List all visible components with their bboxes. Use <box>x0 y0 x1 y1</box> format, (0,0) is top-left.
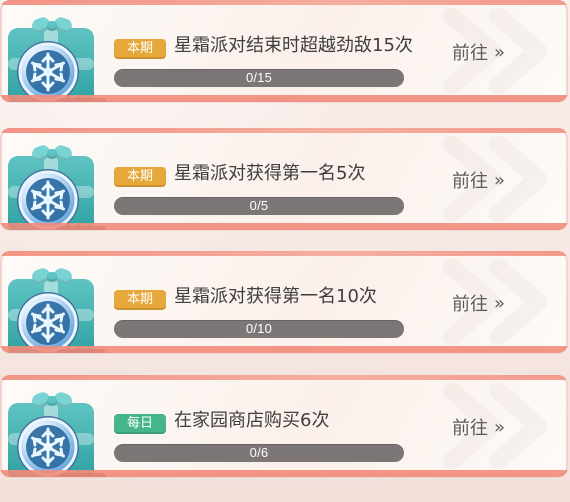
progress-text: 0/5 <box>249 198 269 213</box>
task-card: 150 本期 星霜派对获得第一名10次 0/10 前往 » <box>0 251 568 353</box>
double-chevron-right-icon: » <box>494 42 506 63</box>
reward-quantity: 100 <box>58 226 106 230</box>
goto-button[interactable]: 前往 » <box>452 168 552 196</box>
gift-bow-icon <box>30 389 74 411</box>
task-title: 星霜派对获得第一名5次 <box>174 163 366 184</box>
task-title: 在家园商店购买6次 <box>174 410 330 431</box>
reward-quantity: 150 <box>58 349 106 353</box>
goto-button[interactable]: 前往 » <box>452 40 552 68</box>
card-divider <box>60 96 558 98</box>
progress-bar: 0/10 <box>114 320 404 338</box>
progress-text: 0/6 <box>249 445 269 460</box>
snowflake-coin-icon <box>14 289 82 353</box>
progress-bar: 0/15 <box>114 69 404 87</box>
gift-bow-icon <box>30 265 74 287</box>
goto-button[interactable]: 前往 » <box>452 415 552 443</box>
double-chevron-right-icon: » <box>494 293 506 314</box>
gift-bow-icon <box>30 14 74 36</box>
card-divider <box>60 471 558 473</box>
progress-text: 0/15 <box>245 70 273 85</box>
task-card: 100 本期 星霜派对获得第一名5次 0/5 前往 » <box>0 128 568 230</box>
task-page: 100 本期 星霜派对结束时超越劲敌15次 0/15 前往 » <box>0 0 570 502</box>
snowflake-coin-icon <box>14 413 82 477</box>
gift-bow-center <box>47 149 57 159</box>
reward-quantity: 20 <box>58 473 106 477</box>
card-divider <box>60 347 558 349</box>
progress-bar: 0/6 <box>114 444 404 462</box>
task-card: 100 本期 星霜派对结束时超越劲敌15次 0/15 前往 » <box>0 0 568 102</box>
gift-bow-center <box>47 21 57 31</box>
period-tag: 本期 <box>114 39 166 59</box>
progress-bar: 0/5 <box>114 197 404 215</box>
goto-button[interactable]: 前往 » <box>452 291 552 319</box>
card-divider <box>60 224 558 226</box>
reward-gift: 100 <box>8 143 106 230</box>
task-card: 20 每日 在家园商店购买6次 0/6 前往 » <box>0 375 568 477</box>
task-title: 星霜派对获得第一名10次 <box>174 286 377 307</box>
gift-bow-icon <box>30 142 74 164</box>
reward-gift: 20 <box>8 390 106 477</box>
reward-quantity: 100 <box>58 98 106 102</box>
goto-label: 前往 <box>452 43 488 64</box>
snowflake-coin-icon <box>14 38 82 102</box>
double-chevron-right-icon: » <box>494 170 506 191</box>
reward-gift: 150 <box>8 266 106 353</box>
reward-gift: 100 <box>8 15 106 102</box>
progress-text: 0/10 <box>245 321 273 336</box>
goto-label: 前往 <box>452 294 488 315</box>
period-tag: 本期 <box>114 167 166 187</box>
gift-bow-center <box>47 396 57 406</box>
goto-label: 前往 <box>452 171 488 192</box>
period-tag: 本期 <box>114 290 166 310</box>
snowflake-coin-icon <box>14 166 82 230</box>
task-list: 100 本期 星霜派对结束时超越劲敌15次 0/15 前往 » <box>0 0 570 502</box>
task-title: 星霜派对结束时超越劲敌15次 <box>174 35 413 56</box>
gift-bow-center <box>47 272 57 282</box>
period-tag: 每日 <box>114 414 166 434</box>
goto-label: 前往 <box>452 418 488 439</box>
double-chevron-right-icon: » <box>494 417 506 438</box>
